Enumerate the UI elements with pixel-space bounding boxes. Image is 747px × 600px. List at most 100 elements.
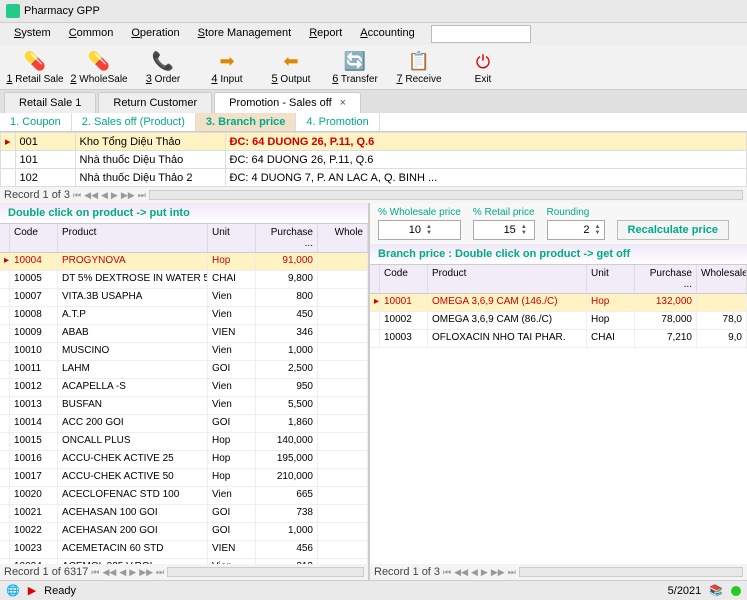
column-header[interactable]: Purchase ... <box>635 265 697 293</box>
branch-grid[interactable]: ▸001Kho Tổng Diệu ThảoĐC: 64 DUONG 26, P… <box>0 132 747 187</box>
menu-store-management[interactable]: Store Management <box>190 25 300 43</box>
cell-wholesale <box>318 307 368 324</box>
nav-last-icon[interactable]: ⏭ <box>156 567 164 578</box>
toolbar-exit-button[interactable]: ⏻Exit <box>454 50 512 85</box>
branch-row[interactable]: ▸001Kho Tổng Diệu ThảoĐC: 64 DUONG 26, P… <box>1 133 747 151</box>
nav-prev-page-icon[interactable]: ◀◀ <box>103 567 117 578</box>
column-header[interactable]: Purchase ... <box>256 224 318 252</box>
toolbar-order-button[interactable]: 📞3 Order <box>134 49 192 85</box>
column-header[interactable]: Whole <box>318 224 368 252</box>
recalculate-button[interactable]: Recalculate price <box>617 220 730 240</box>
product-row[interactable]: 10010MUSCINOVien1,000 <box>0 343 368 361</box>
transfer-icon: 🔄 <box>341 49 369 73</box>
nav-next-page-icon[interactable]: ▶▶ <box>139 567 153 578</box>
nav-scrollbar[interactable] <box>149 190 743 200</box>
product-row[interactable]: 10021ACEHASAN 100 GOIGOI738 <box>0 505 368 523</box>
toolbar-output-button[interactable]: ⬅5 Output <box>262 49 320 85</box>
menu-operation[interactable]: Operation <box>123 25 187 43</box>
product-row[interactable]: 10014ACC 200 GOIGOI1,860 <box>0 415 368 433</box>
nav-scrollbar[interactable] <box>167 567 364 577</box>
nav-prev-icon[interactable]: ◀ <box>119 567 126 578</box>
subtab-branch-price[interactable]: 3. Branch price <box>196 113 296 131</box>
product-row[interactable]: 10015ONCALL PLUSHop140,000 <box>0 433 368 451</box>
nav-next-icon[interactable]: ▶ <box>481 567 488 578</box>
column-header[interactable]: Unit <box>587 265 635 293</box>
spinner-arrows-icon[interactable]: ▲▼ <box>518 221 530 239</box>
nav-prev-page-icon[interactable]: ◀◀ <box>84 190 98 201</box>
branch-row[interactable]: 102Nhà thuốc Diệu Thảo 2ĐC: 4 DUONG 7, P… <box>1 169 747 187</box>
toolbar-wholesale-button[interactable]: 💊2 WholeSale <box>70 49 128 85</box>
nav-next-page-icon[interactable]: ▶▶ <box>491 567 505 578</box>
rounding-input[interactable] <box>548 221 592 239</box>
menu-report[interactable]: Report <box>301 25 350 43</box>
toolbar-receive-button[interactable]: 📋7 Receive <box>390 49 448 85</box>
youtube-icon[interactable]: ▶ <box>28 584 36 597</box>
product-row[interactable]: 10002OMEGA 3,6,9 CAM (86./C)Hop78,00078,… <box>370 312 747 330</box>
toolbar-input-button[interactable]: ➡4 Input <box>198 49 256 85</box>
nav-next-icon[interactable]: ▶ <box>111 190 118 201</box>
product-row[interactable]: 10009ABABVIEN346 <box>0 325 368 343</box>
spinner-arrows-icon[interactable]: ▲▼ <box>592 221 604 239</box>
nav-first-icon[interactable]: ⏮ <box>443 567 451 578</box>
menu-system[interactable]: System <box>6 25 59 43</box>
subtab-sales-off-product-[interactable]: 2. Sales off (Product) <box>72 113 196 131</box>
left-pane: Double click on product -> put into Code… <box>0 203 370 580</box>
tab-return-customer[interactable]: Return Customer <box>98 92 212 113</box>
column-header[interactable]: Unit <box>208 224 256 252</box>
column-header[interactable]: Product <box>58 224 208 252</box>
toolbar-retail-sale-button[interactable]: 💊1 Retail Sale <box>6 49 64 85</box>
left-grid-body[interactable]: ▸10004PROGYNOVAHop91,00010005DT 5% DEXTR… <box>0 253 368 564</box>
column-header[interactable]: Code <box>380 265 428 293</box>
tab-promotion-sales-off[interactable]: Promotion - Sales off× <box>214 92 361 113</box>
nav-prev-icon[interactable]: ◀ <box>471 567 478 578</box>
retail-spinner[interactable]: ▲▼ <box>473 220 535 240</box>
product-row[interactable]: ▸10001OMEGA 3,6,9 CAM (146./C)Hop132,000 <box>370 294 747 312</box>
nav-next-page-icon[interactable]: ▶▶ <box>121 190 135 201</box>
books-icon[interactable]: 📚 <box>709 584 723 597</box>
subtab-coupon[interactable]: 1. Coupon <box>0 113 72 131</box>
nav-last-icon[interactable]: ⏭ <box>138 190 146 201</box>
cell-unit: VIEN <box>208 325 256 342</box>
product-row[interactable]: 10007VITA.3B USAPHAVien800 <box>0 289 368 307</box>
cell-price: 450 <box>256 307 318 324</box>
close-icon[interactable]: × <box>340 97 346 109</box>
product-row[interactable]: 10003OFLOXACIN NHO TAI PHAR.CHAI7,2109,0 <box>370 330 747 348</box>
rounding-spinner[interactable]: ▲▼ <box>547 220 605 240</box>
nav-first-icon[interactable]: ⏮ <box>91 567 99 578</box>
wholesale-spinner[interactable]: ▲▼ <box>378 220 461 240</box>
product-row[interactable]: 10013BUSFANVien5,500 <box>0 397 368 415</box>
menu-combo[interactable] <box>431 25 531 43</box>
nav-first-icon[interactable]: ⏮ <box>73 190 81 201</box>
toolbar-transfer-button[interactable]: 🔄6 Transfer <box>326 49 384 85</box>
product-row[interactable]: 10011LAHMGOI2,500 <box>0 361 368 379</box>
product-row[interactable]: ▸10004PROGYNOVAHop91,000 <box>0 253 368 271</box>
menu-accounting[interactable]: Accounting <box>352 25 422 43</box>
product-row[interactable]: 10005DT 5% DEXTROSE IN WATER 500MLCHAI9,… <box>0 271 368 289</box>
product-row[interactable]: 10020ACECLOFENAC STD 100Vien665 <box>0 487 368 505</box>
product-row[interactable]: 10022ACEHASAN 200 GOIGOI1,000 <box>0 523 368 541</box>
nav-last-icon[interactable]: ⏭ <box>508 567 516 578</box>
column-header[interactable]: Code <box>10 224 58 252</box>
cell-unit: Vien <box>208 487 256 504</box>
product-row[interactable]: 10023ACEMETACIN 60 STDVIEN456 <box>0 541 368 559</box>
product-row[interactable]: 10012ACAPELLA -SVien950 <box>0 379 368 397</box>
nav-next-icon[interactable]: ▶ <box>129 567 136 578</box>
tab-retail-sale-1[interactable]: Retail Sale 1 <box>4 92 96 113</box>
column-header[interactable]: Product <box>428 265 587 293</box>
wholesale-input[interactable] <box>379 221 423 239</box>
ie-icon[interactable]: 🌐 <box>6 584 20 597</box>
nav-scrollbar[interactable] <box>519 567 743 577</box>
product-row[interactable]: 10017ACCU-CHEK ACTIVE 50Hop210,000 <box>0 469 368 487</box>
nav-prev-page-icon[interactable]: ◀◀ <box>454 567 468 578</box>
right-grid-body[interactable]: ▸10001OMEGA 3,6,9 CAM (146./C)Hop132,000… <box>370 294 747 564</box>
product-row[interactable]: 10016ACCU-CHEK ACTIVE 25Hop195,000 <box>0 451 368 469</box>
column-header[interactable]: Wholesale <box>697 265 747 293</box>
product-row[interactable]: 10008A.T.PVien450 <box>0 307 368 325</box>
spinner-arrows-icon[interactable]: ▲▼ <box>423 221 435 239</box>
menu-common[interactable]: Common <box>61 25 122 43</box>
retail-input[interactable] <box>474 221 518 239</box>
subtab-promotion[interactable]: 4. Promotion <box>296 113 379 131</box>
branch-row[interactable]: 101Nhà thuốc Diệu ThảoĐC: 64 DUONG 26, P… <box>1 151 747 169</box>
nav-prev-icon[interactable]: ◀ <box>101 190 108 201</box>
cell-unit: Vien <box>208 289 256 306</box>
